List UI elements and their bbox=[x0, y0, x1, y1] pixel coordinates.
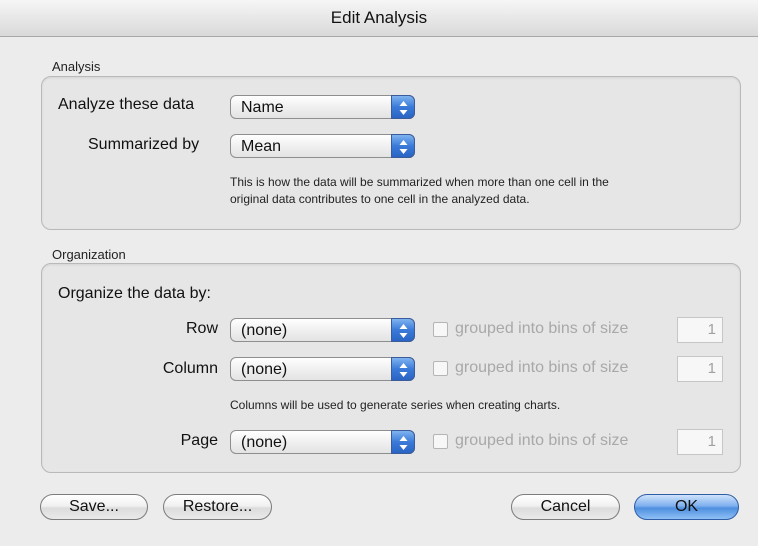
row-bins-label: grouped into bins of size bbox=[455, 320, 629, 337]
analyze-label: Analyze these data bbox=[58, 96, 195, 113]
organize-heading: Organize the data by: bbox=[58, 285, 211, 302]
column-popup-value: (none) bbox=[241, 361, 288, 378]
popup-arrows-icon bbox=[391, 134, 415, 158]
analyze-popup[interactable]: Name bbox=[230, 95, 415, 119]
page-bins-checkbox[interactable] bbox=[433, 434, 448, 449]
window-title: Edit Analysis bbox=[0, 0, 758, 37]
analysis-group-label: Analysis bbox=[52, 59, 101, 74]
summarize-popup-value: Mean bbox=[241, 138, 282, 155]
column-note: Columns will be used to generate series … bbox=[230, 398, 561, 412]
ok-button[interactable]: OK bbox=[634, 494, 739, 520]
page-popup-value: (none) bbox=[241, 434, 288, 451]
save-button[interactable]: Save... bbox=[40, 494, 148, 520]
popup-arrows-icon bbox=[391, 357, 415, 381]
row-bins-checkbox[interactable] bbox=[433, 322, 448, 337]
restore-button[interactable]: Restore... bbox=[163, 494, 272, 520]
row-bin-size-field[interactable]: 1 bbox=[677, 317, 723, 343]
popup-arrows-icon bbox=[391, 318, 415, 342]
column-popup[interactable]: (none) bbox=[230, 357, 415, 381]
popup-arrows-icon bbox=[391, 95, 415, 119]
column-bin-size-field[interactable]: 1 bbox=[677, 356, 723, 382]
column-bins-checkbox[interactable] bbox=[433, 361, 448, 376]
cancel-button[interactable]: Cancel bbox=[511, 494, 620, 520]
row-popup-value: (none) bbox=[241, 322, 288, 339]
summary-note-line2: original data contributes to one cell in… bbox=[230, 192, 530, 206]
organization-group-label: Organization bbox=[52, 247, 126, 262]
page-label: Page bbox=[180, 432, 218, 449]
row-label: Row bbox=[185, 320, 218, 337]
summary-note-line1: This is how the data will be summarized … bbox=[230, 175, 609, 189]
column-label: Column bbox=[162, 360, 218, 377]
page-popup[interactable]: (none) bbox=[230, 430, 415, 454]
analyze-popup-value: Name bbox=[241, 99, 284, 116]
summarize-popup[interactable]: Mean bbox=[230, 134, 415, 158]
column-bins-label: grouped into bins of size bbox=[455, 359, 629, 376]
row-popup[interactable]: (none) bbox=[230, 318, 415, 342]
popup-arrows-icon bbox=[391, 430, 415, 454]
page-bins-label: grouped into bins of size bbox=[455, 432, 629, 449]
page-bin-size-field[interactable]: 1 bbox=[677, 429, 723, 455]
summary-note: This is how the data will be summarized … bbox=[230, 174, 609, 208]
summarize-label: Summarized by bbox=[88, 136, 200, 153]
